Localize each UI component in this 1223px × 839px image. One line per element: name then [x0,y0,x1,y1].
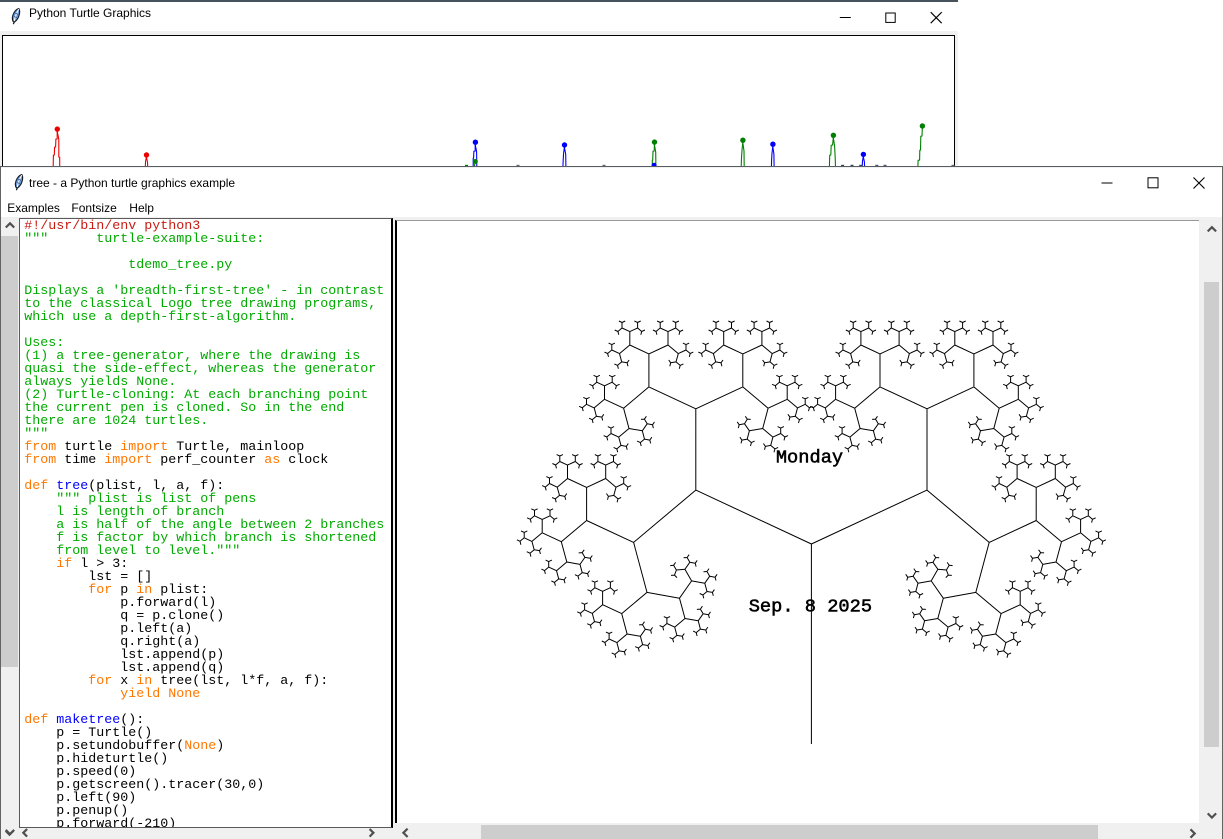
svg-text:Sep. 8 2025: Sep. 8 2025 [749,596,872,618]
svg-text:Monday: Monday [776,447,843,469]
